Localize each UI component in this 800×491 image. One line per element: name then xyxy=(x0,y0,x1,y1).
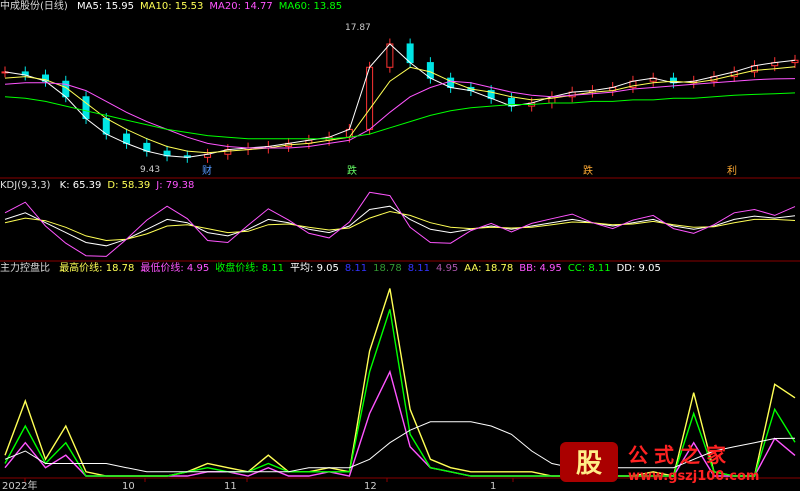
high-annotation: 17.87 xyxy=(345,23,371,33)
candle-body xyxy=(426,62,434,79)
x-axis: 2022年 10 11 12 1 xyxy=(2,478,514,491)
watermark: 股 公式之家 www.gszj100.com xyxy=(560,440,800,486)
x-tick-label: 2022年 xyxy=(2,479,37,491)
brand-url: www.gszj100.com xyxy=(628,469,759,484)
event-marker: 财 xyxy=(202,164,212,177)
candle-body xyxy=(102,118,110,135)
stock-chart[interactable]: 财 跌 跌 利 2022年 10 11 12 1 17.87 9.43 xyxy=(0,0,800,491)
event-marker: 利 xyxy=(727,165,737,177)
candle-body xyxy=(386,43,394,68)
event-marker: 跌 xyxy=(347,164,357,177)
logo-glyph: 股 xyxy=(576,449,602,479)
candle-body xyxy=(366,66,374,130)
low-annotation: 9.43 xyxy=(140,165,160,175)
kdj-panel xyxy=(4,191,796,257)
brand-text: 公式之家 xyxy=(628,443,732,467)
price-series-ma60 xyxy=(4,92,796,140)
candle-body xyxy=(82,96,90,120)
kdj-series-j xyxy=(4,191,796,257)
candle-body xyxy=(406,43,414,64)
x-tick-label: 10 xyxy=(122,481,135,491)
x-tick-label: 1 xyxy=(490,481,496,491)
price-panel: 财跌跌利 xyxy=(1,38,799,177)
event-marker: 跌 xyxy=(583,164,593,177)
x-tick-label: 11 xyxy=(224,481,237,491)
x-tick-label: 12 xyxy=(364,481,377,491)
